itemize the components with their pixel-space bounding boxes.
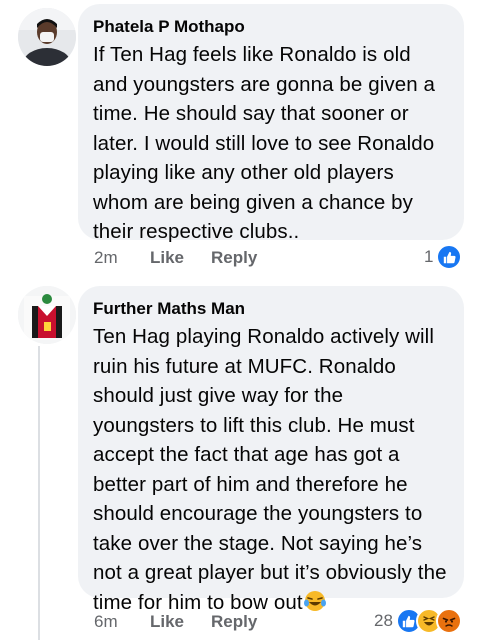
- comment-text: If Ten Hag feels like Ronaldo is old and…: [93, 43, 435, 243]
- comment-actions: 6m Like Reply: [94, 612, 284, 632]
- avatar-photo-icon: [18, 286, 76, 344]
- reaction-count: 1: [424, 247, 434, 266]
- avatar-photo-icon: [18, 8, 76, 66]
- angry-reaction-icon: [435, 608, 462, 634]
- comment-2: Further Maths Man Ten Hag playing Ronald…: [0, 280, 481, 640]
- avatar[interactable]: [18, 8, 76, 66]
- comment-timestamp[interactable]: 6m: [94, 612, 150, 632]
- reply-button[interactable]: Reply: [211, 612, 257, 632]
- like-reaction-icon: [436, 244, 463, 270]
- crying-laughing-emoji: [303, 590, 326, 611]
- comment-text: Ten Hag playing Ronaldo actively will ru…: [93, 322, 450, 617]
- comment-author[interactable]: Phatela P Mothapo: [93, 16, 450, 38]
- avatar[interactable]: [18, 286, 76, 344]
- reaction-summary[interactable]: 28: [374, 608, 462, 634]
- reply-button[interactable]: Reply: [211, 248, 257, 268]
- like-button[interactable]: Like: [150, 612, 184, 632]
- comment-bubble: Phatela P Mothapo If Ten Hag feels like …: [78, 4, 464, 243]
- comment-text-body: Ten Hag playing Ronaldo actively will ru…: [93, 325, 447, 614]
- thread-line: [38, 346, 40, 640]
- comment-1: Phatela P Mothapo If Ten Hag feels like …: [0, 0, 481, 280]
- comment-bubble: Further Maths Man Ten Hag playing Ronald…: [78, 286, 464, 614]
- reaction-summary[interactable]: 1: [424, 244, 463, 270]
- comment-actions: 2m Like Reply: [94, 248, 284, 268]
- comment-timestamp[interactable]: 2m: [94, 248, 150, 268]
- comment-author[interactable]: Further Maths Man: [93, 298, 450, 320]
- reaction-count: 28: [374, 611, 393, 630]
- like-button[interactable]: Like: [150, 248, 184, 268]
